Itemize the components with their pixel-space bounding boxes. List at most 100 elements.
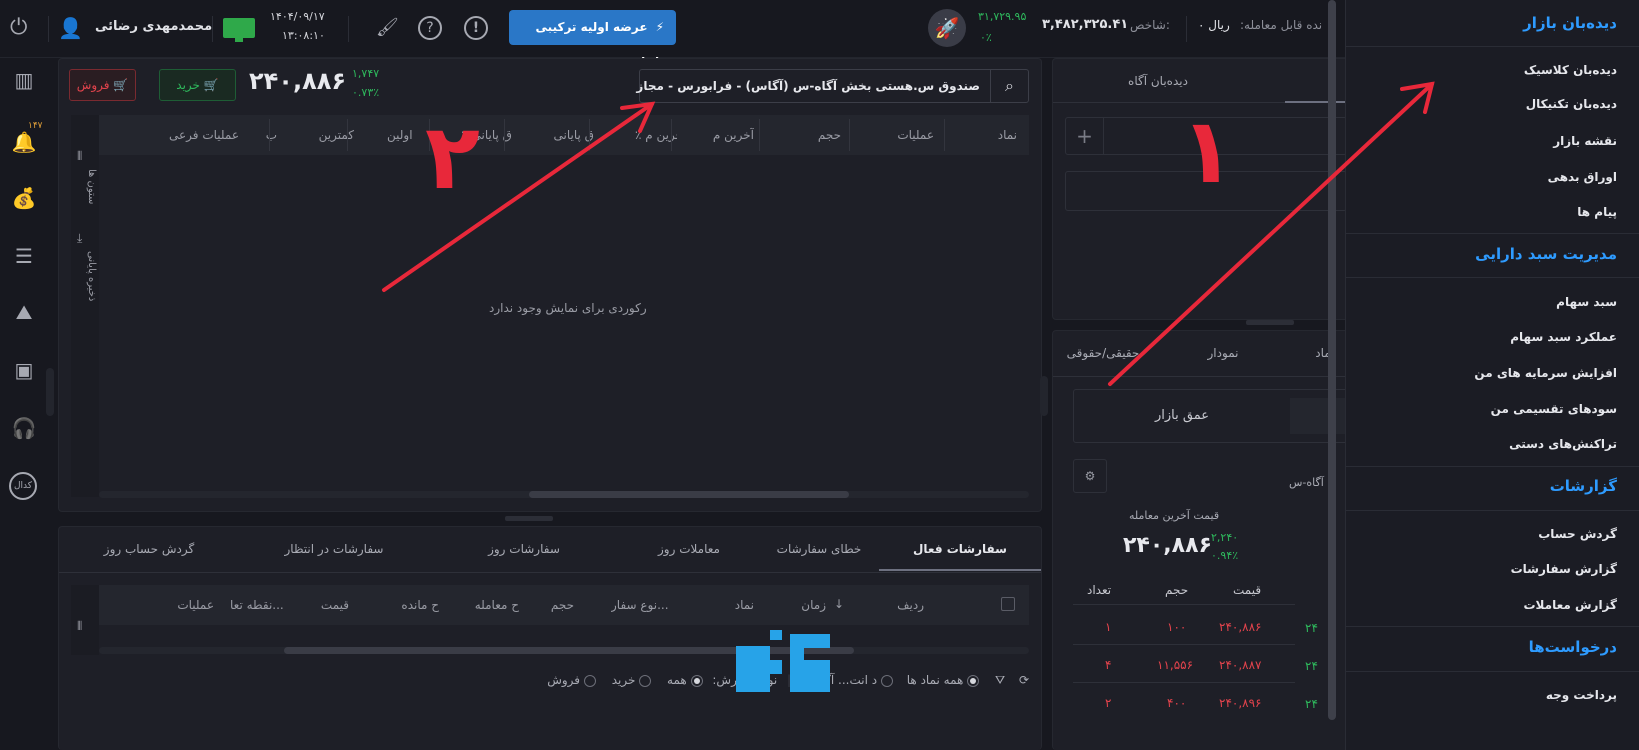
section-market-watch[interactable]: دیده‌بان بازار [1523,14,1617,32]
support-icon[interactable]: 🎧 [10,414,38,442]
tab-symbol[interactable]: ماد [1303,331,1343,375]
plus-icon[interactable]: + [1066,118,1104,154]
menu-bonds[interactable]: اوراق بدهی [1548,170,1617,184]
search-icon[interactable]: ⌕ [990,70,1028,102]
gear-icon[interactable]: ⚙ [1073,459,1107,493]
radio-all-symbols[interactable] [967,674,980,687]
section-portfolio[interactable]: مدیریت سبد دارایی [1475,245,1617,263]
buy-button[interactable]: خرید 🛒 [159,69,236,101]
tab-day-account-turnover[interactable]: گردش حساب روز [79,527,219,571]
h-scrollbar-thumb[interactable] [529,491,849,498]
col-symbol[interactable]: نماد [998,115,1017,155]
select-all-checkbox[interactable] [1001,597,1015,611]
col-b[interactable]: ب [266,115,277,155]
money-bag-icon[interactable]: 💰 [10,184,38,212]
col-last-price[interactable]: آخرین م [713,115,754,155]
col-operations[interactable]: عملیات [177,585,214,625]
symbol-search-box[interactable]: ⌕ صندوق س.هستی بخش آگاه-س (آگاس) - فرابو… [636,69,1029,103]
rail-collapse-handle[interactable] [46,368,54,416]
rocket-avatar-icon[interactable]: 🚀 [928,9,966,47]
columns-icon[interactable]: ⦀ [77,619,82,634]
col-close-price[interactable]: ق پایانی [554,115,594,155]
col-sub-operations[interactable]: عملیات فرعی [169,115,239,155]
section-reports[interactable]: گزارشات [1550,477,1617,495]
download-icon[interactable]: ⤓ [77,231,82,246]
search-input[interactable]: صندوق س.هستی بخش آگاه-س (آگاس) - فرابورس… [636,79,980,93]
col-low[interactable]: کمترین [319,115,354,155]
col-order-type[interactable]: نوع سفار... [611,585,681,625]
col-first[interactable]: اولین [387,115,419,155]
tab-real-legal[interactable]: حقیقی/حقوقی [1063,331,1143,375]
depth-toggle-other[interactable] [1290,398,1350,434]
col-volume[interactable]: حجم [818,115,841,155]
wallet-icon[interactable]: ▣ [10,356,38,384]
columns-icon[interactable]: ⦀ [77,149,82,164]
alert-icon[interactable]: ! [464,16,488,40]
menu-portfolio-performance[interactable]: عملکرد سبد سهام [1510,330,1617,344]
columns-label[interactable]: ستون ها [73,169,97,204]
radio-order-sell[interactable] [583,674,596,687]
menu-stock-portfolio[interactable]: سبد سهام [1556,295,1617,309]
section-requests[interactable]: درخواست‌ها [1529,638,1617,656]
candlestick-icon[interactable]: ▥ [10,66,38,94]
watch-select-box[interactable] [1065,171,1347,211]
menu-payment[interactable]: پرداخت وجه [1546,688,1617,702]
col-time[interactable]: زمان [801,585,826,625]
brush-icon[interactable]: 🖌 [376,17,399,39]
depth-row[interactable]: ۲ ۴۰۰ ۲۴۰,۸۹۶ [1073,685,1295,721]
codal-button[interactable]: کدال [9,472,37,500]
menu-messages[interactable]: پیام ها [1577,205,1617,219]
tab-order-errors[interactable]: خطای سفارشات [759,527,879,571]
refresh-icon[interactable]: ⟳ [1019,673,1029,687]
col-trigger-point[interactable]: نقطه تعا... [230,585,294,625]
menu-market-map[interactable]: نقشه بازار [1553,134,1617,148]
user-settings-icon[interactable]: 👤 [58,17,83,39]
watch-add-box[interactable]: + [1065,117,1347,155]
ipo-button[interactable]: ⚡عرضه اولیه ترکیبی بانیان [509,10,676,69]
panel-collapse-handle[interactable] [1040,376,1048,416]
col-operations[interactable]: عملیات [897,115,934,155]
col-symbol[interactable]: نماد [735,585,754,625]
username[interactable]: محمدمهدی رضائی [95,19,212,34]
power-icon[interactable]: ⏻ [10,17,27,39]
tab-day-orders[interactable]: سفارشات روز [459,527,589,571]
menu-dividends[interactable]: سودهای تقسیمی من [1491,402,1617,416]
radio-current-symbol[interactable] [880,674,893,687]
monitor-icon[interactable] [223,18,255,38]
menu-account-turnover[interactable]: گردش حساب [1538,527,1617,541]
depth-row[interactable]: ۴ ۱۱,۵۵۶ ۲۴۰,۸۸۷ [1073,647,1295,683]
sort-down-icon[interactable]: ↓ [834,597,844,611]
col-traded-volume[interactable]: ح معامله [475,585,519,625]
sell-button[interactable]: فروش 🛒 [69,69,136,101]
buy-depth-price: ۲۴ [1305,659,1318,673]
col-row[interactable]: ردیف [897,585,924,625]
menu-trades-report[interactable]: گزارش معاملات [1523,598,1617,612]
panel-resize-handle[interactable] [505,516,553,521]
menu-capital-increase[interactable]: افزایش سرمایه های من [1474,366,1617,380]
menu-classic-watch[interactable]: دیده‌بان کلاسیک [1524,63,1617,77]
panel-resize-handle[interactable] [1246,320,1294,325]
radio-order-all[interactable] [690,674,703,687]
radio-order-buy[interactable] [639,674,652,687]
depth-toggle: عمق بازار [1073,389,1350,443]
menu-scrollbar[interactable] [1328,0,1336,720]
col-volume[interactable]: حجم [551,585,574,625]
menu-orders-report[interactable]: گزارش سفارشات [1511,562,1617,576]
bell-icon[interactable]: 🔔 [10,128,38,156]
col-price[interactable]: قیمت [321,585,349,625]
help-icon[interactable]: ? [418,16,442,40]
tab-day-trades[interactable]: معاملات روز [629,527,749,571]
tab-chart[interactable]: نمودار [1193,331,1253,375]
menu-manual-transactions[interactable]: تراکنش‌های دستی [1509,437,1617,451]
market-depth-button[interactable]: عمق بازار [1074,390,1290,442]
tab-agah-watch[interactable]: دیده‌بان آگاه [1083,59,1233,103]
list-icon[interactable]: ☰ [10,242,38,270]
col-remaining-volume[interactable]: ح مانده [401,585,439,625]
depth-row[interactable]: ۱ ۱۰۰ ۲۴۰,۸۸۶ [1073,609,1295,645]
tab-pending-orders[interactable]: سفارشات در انتظار [249,527,419,571]
mountain-chart-icon[interactable]: ⛰ [10,298,38,326]
menu-technical-watch[interactable]: دیده‌بان تکنیکال [1526,97,1617,111]
tab-active-orders[interactable]: سفارشات فعال [879,527,1041,571]
save-final-label[interactable]: ذخیره پایانی [73,251,97,301]
filter-icon[interactable]: ⛛ [995,673,1005,687]
